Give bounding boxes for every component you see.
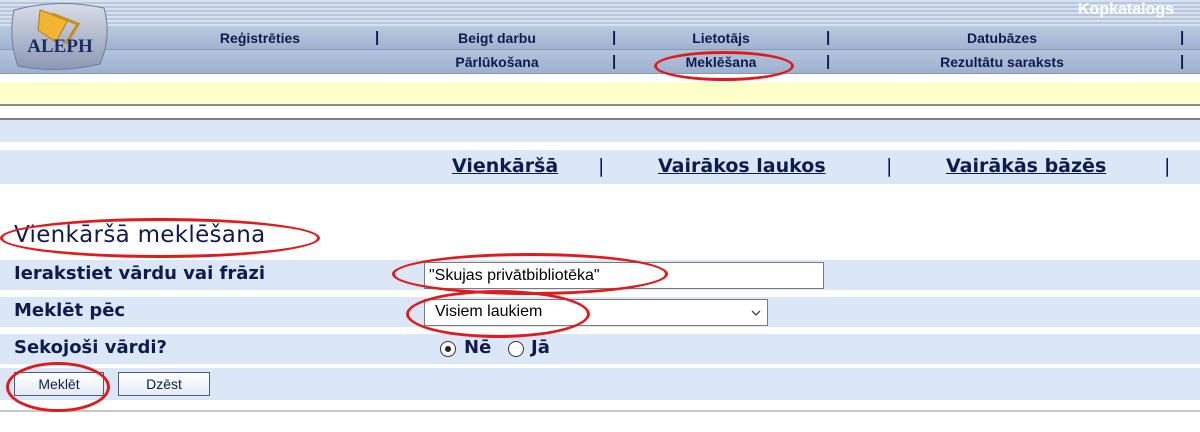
spacer-bar	[0, 118, 1200, 142]
nav-search[interactable]: Meklēšana	[686, 54, 757, 70]
nav-user[interactable]: Lietotājs	[692, 30, 750, 46]
nav-separator: |	[612, 53, 617, 70]
logo-text: ALEPH	[27, 36, 93, 57]
notice-bar	[0, 82, 1200, 106]
clear-button[interactable]: Dzēst	[118, 372, 210, 396]
nav-separator: |	[375, 29, 380, 46]
adjacent-words-row: Sekojoši vārdi? Nē Jā	[0, 334, 1200, 364]
tab-basic-search[interactable]: Vienkāršā	[452, 155, 558, 177]
nav-separator: |	[1180, 29, 1185, 46]
primary-nav: Reģistrēties | Beigt darbu | Lietotājs |…	[0, 26, 1200, 50]
nav-separator: |	[612, 29, 617, 46]
radio-yes-label: Jā	[531, 337, 550, 358]
nav-results-list[interactable]: Rezultātu saraksts	[940, 54, 1064, 70]
adjacent-words-label: Sekojoši vārdi?	[14, 337, 167, 358]
nav-separator: |	[826, 53, 831, 70]
form-buttons-row: Meklēt Dzēst	[0, 368, 1200, 400]
tab-separator: |	[1164, 155, 1171, 177]
radio-yes[interactable]	[508, 341, 524, 357]
search-field-value: Visiem laukiem	[435, 303, 543, 320]
app-title: Kopkatalogs	[1077, 1, 1174, 18]
search-type-nav: Vienkāršā | Vairākos laukos | Vairākās b…	[0, 150, 1200, 184]
nav-login[interactable]: Reģistrēties	[220, 30, 300, 46]
nav-separator: |	[1180, 53, 1185, 70]
nav-logout[interactable]: Beigt darbu	[458, 30, 536, 46]
search-button[interactable]: Meklēt	[14, 372, 104, 396]
radio-no[interactable]	[440, 341, 456, 357]
divider	[0, 410, 1200, 412]
nav-browse[interactable]: Pārlūkošana	[455, 54, 538, 70]
tab-separator: |	[598, 155, 605, 177]
secondary-nav: Pārlūkošana | Meklēšana | Rezultātu sara…	[0, 50, 1200, 74]
radio-no-label: Nē	[464, 337, 492, 358]
tab-multi-field-search[interactable]: Vairākos laukos	[658, 155, 826, 177]
tab-separator: |	[886, 155, 893, 177]
page-title: Vienkāršā meklēšana	[14, 222, 266, 248]
aleph-logo[interactable]: ALEPH	[8, 2, 112, 72]
search-term-row: Ierakstiet vārdu vai frāzi	[0, 260, 1200, 290]
search-field-row: Meklēt pēc Visiem laukiem	[0, 297, 1200, 327]
tab-multi-base-search[interactable]: Vairākās bāzēs	[946, 155, 1106, 177]
nav-separator: |	[826, 29, 831, 46]
header: Kopkatalogs Reģistrēties | Beigt darbu |…	[0, 0, 1200, 82]
search-field-select[interactable]: Visiem laukiem	[424, 299, 768, 326]
nav-databases[interactable]: Datubāzes	[967, 30, 1037, 46]
top-bar: Kopkatalogs	[0, 0, 1200, 26]
chevron-down-icon	[751, 310, 761, 316]
search-term-label: Ierakstiet vārdu vai frāzi	[14, 263, 266, 284]
search-input[interactable]	[424, 262, 824, 289]
search-field-label: Meklēt pēc	[14, 300, 126, 321]
